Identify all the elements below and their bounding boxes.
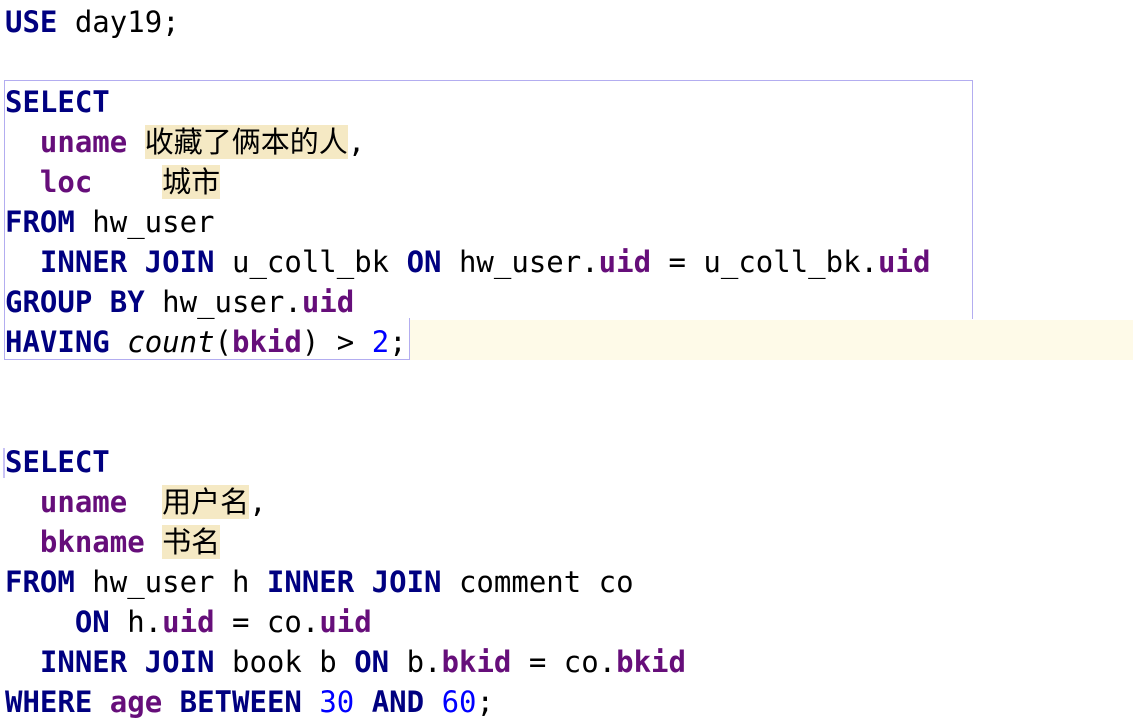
join-condition-mid: = u_coll_bk.: [651, 245, 879, 279]
code-line-use[interactable]: USE day19;: [5, 2, 180, 42]
semicolon: ;: [476, 685, 494, 719]
keyword-on: ON: [406, 245, 442, 279]
table-name: u_coll_bk: [214, 245, 407, 279]
paren-open: (: [214, 325, 233, 359]
current-line-highlight: [410, 320, 1133, 360]
keyword-where: WHERE: [5, 685, 93, 719]
keyword-between: BETWEEN: [179, 685, 302, 719]
code-line-uname-1[interactable]: uname 收藏了俩本的人,: [5, 122, 365, 162]
function-count: count: [127, 325, 215, 359]
number-literal: 2: [371, 325, 390, 359]
table-name: book b: [214, 645, 355, 679]
table-name: hw_user h: [74, 565, 267, 599]
semicolon: ;: [389, 325, 407, 359]
join-condition-left: b.: [389, 645, 442, 679]
code-line-having[interactable]: HAVING count(bkid) > 2;: [5, 322, 407, 362]
column-alias: 书名: [162, 525, 221, 559]
keyword-on: ON: [354, 645, 390, 679]
comma: ,: [249, 485, 267, 519]
keyword-having: HAVING: [5, 325, 110, 359]
keyword-inner-join: INNER JOIN: [39, 645, 215, 679]
keyword-and: AND: [371, 685, 425, 719]
column-uid: uid: [162, 605, 215, 639]
column-bkid: bkid: [616, 645, 686, 679]
keyword-from: FROM: [5, 565, 75, 599]
code-line-on-1[interactable]: ON h.uid = co.uid: [5, 602, 372, 642]
code-line-select-1[interactable]: SELECT: [5, 82, 110, 122]
group-table: hw_user.: [144, 285, 302, 319]
paren-close: ) >: [301, 325, 372, 359]
code-line-from-1[interactable]: FROM hw_user: [5, 202, 215, 242]
column-uid: uid: [598, 245, 652, 279]
code-line-join-1[interactable]: INNER JOIN u_coll_bk ON hw_user.uid = u_…: [5, 242, 931, 282]
code-line-group-by[interactable]: GROUP BY hw_user.uid: [5, 282, 354, 322]
column-bkid: bkid: [441, 645, 512, 679]
column-age: age: [109, 685, 163, 719]
keyword-select: SELECT: [5, 445, 110, 479]
column-uid: uid: [878, 245, 931, 279]
column-uid: uid: [319, 605, 372, 639]
number-literal: 60: [441, 685, 477, 719]
column-bkname: bkname: [39, 525, 145, 559]
keyword-on: ON: [74, 605, 110, 639]
keyword-select: SELECT: [5, 85, 110, 119]
column-alias: 用户名: [162, 485, 250, 519]
table-name: comment co: [441, 565, 634, 599]
keyword-inner-join: INNER JOIN: [39, 245, 215, 279]
join-condition-mid: = co.: [214, 605, 320, 639]
column-uid: uid: [301, 285, 355, 319]
keyword-use: USE: [5, 5, 58, 39]
keyword-inner-join: INNER JOIN: [266, 565, 442, 599]
database-name: day19;: [57, 5, 180, 39]
column-loc: loc: [39, 165, 93, 199]
code-line-loc[interactable]: loc 城市: [5, 162, 221, 202]
number-literal: 30: [319, 685, 355, 719]
join-condition-mid: = co.: [511, 645, 617, 679]
keyword-group-by: GROUP BY: [5, 285, 145, 319]
sql-editor[interactable]: USE day19; SELECT uname 收藏了俩本的人, loc 城市 …: [0, 0, 1133, 728]
column-bkid: bkid: [232, 325, 302, 359]
column-alias: 城市: [162, 165, 221, 199]
code-line-from-2[interactable]: FROM hw_user h INNER JOIN comment co: [5, 562, 634, 602]
column-alias: 收藏了俩本的人: [144, 125, 348, 159]
code-line-join-2[interactable]: INNER JOIN book b ON b.bkid = co.bkid: [5, 642, 686, 682]
table-name: hw_user: [74, 205, 215, 239]
code-line-bkname[interactable]: bkname 书名: [5, 522, 221, 562]
code-line-uname-2[interactable]: uname 用户名,: [5, 482, 267, 522]
join-condition-left: h.: [109, 605, 163, 639]
code-line-where[interactable]: WHERE age BETWEEN 30 AND 60;: [5, 682, 494, 722]
keyword-from: FROM: [5, 205, 75, 239]
comma: ,: [347, 125, 366, 159]
join-condition-left: hw_user.: [441, 245, 599, 279]
code-line-select-2[interactable]: SELECT: [5, 442, 110, 482]
column-uname: uname: [39, 125, 128, 159]
column-uname: uname: [39, 485, 128, 519]
